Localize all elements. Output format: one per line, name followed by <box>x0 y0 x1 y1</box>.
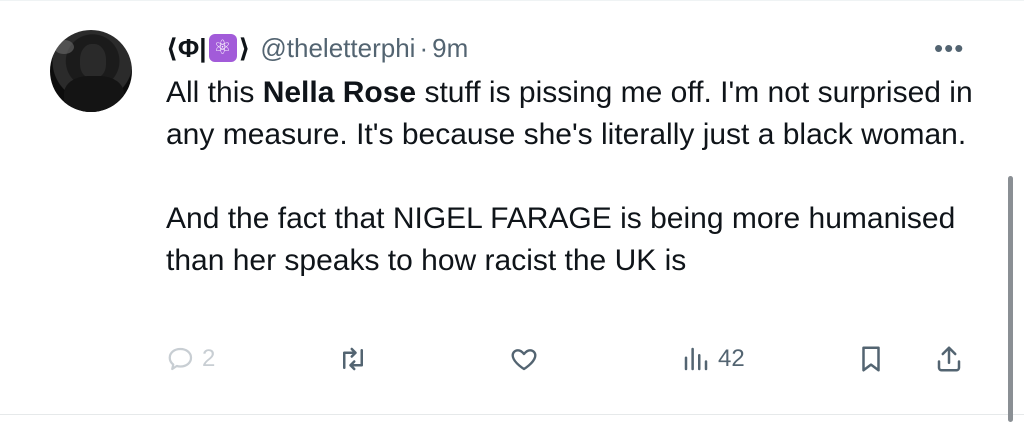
display-name-suffix: ⟩ <box>238 32 251 63</box>
avatar-face <box>80 44 106 78</box>
like-button[interactable] <box>508 344 546 374</box>
reply-icon <box>168 347 193 371</box>
views-icon <box>684 347 708 371</box>
share-button[interactable] <box>934 344 964 374</box>
bookmark-icon <box>862 346 880 372</box>
avatar-background-light <box>54 40 74 54</box>
tweet-text-bold: Nella Rose <box>262 76 417 109</box>
display-name-prefix: ⟨Φ| <box>166 32 207 63</box>
top-divider <box>0 0 1024 1</box>
scrollbar[interactable] <box>1008 176 1013 422</box>
separator-dot: · <box>419 32 429 63</box>
tweet-text: All this Nella Rose stuff is pissing me … <box>166 72 986 282</box>
display-name[interactable]: ⟨Φ| ⚛ ⟩ <box>166 33 250 64</box>
tweet-header: ⟨Φ| ⚛ ⟩ @theletterphi · 9m <box>166 30 468 66</box>
tweet-paragraph-2: And the fact that NIGEL FARAGE is being … <box>166 202 956 277</box>
views-button[interactable]: 42 <box>680 344 745 374</box>
user-handle[interactable]: @theletterphi <box>260 33 415 64</box>
retweet-icon <box>343 347 363 371</box>
avatar-body <box>64 76 124 112</box>
avatar[interactable] <box>50 30 132 112</box>
bottom-divider <box>0 414 1024 415</box>
atom-emoji-icon: ⚛ <box>208 34 237 62</box>
tweet-text-pre: All this <box>166 76 263 109</box>
heart-icon <box>511 349 537 371</box>
retweet-button[interactable] <box>336 344 376 374</box>
timestamp[interactable]: 9m <box>432 33 468 64</box>
reply-count: 2 <box>202 345 216 372</box>
share-icon <box>937 346 961 372</box>
action-bar: 2 42 <box>0 340 1024 384</box>
reply-button[interactable]: 2 <box>166 344 215 374</box>
more-options-icon[interactable]: ••• <box>934 35 974 61</box>
bookmark-button[interactable] <box>856 344 886 374</box>
views-count: 42 <box>718 345 745 372</box>
tweet-paragraph-1: All this Nella Rose stuff is pissing me … <box>166 72 986 156</box>
